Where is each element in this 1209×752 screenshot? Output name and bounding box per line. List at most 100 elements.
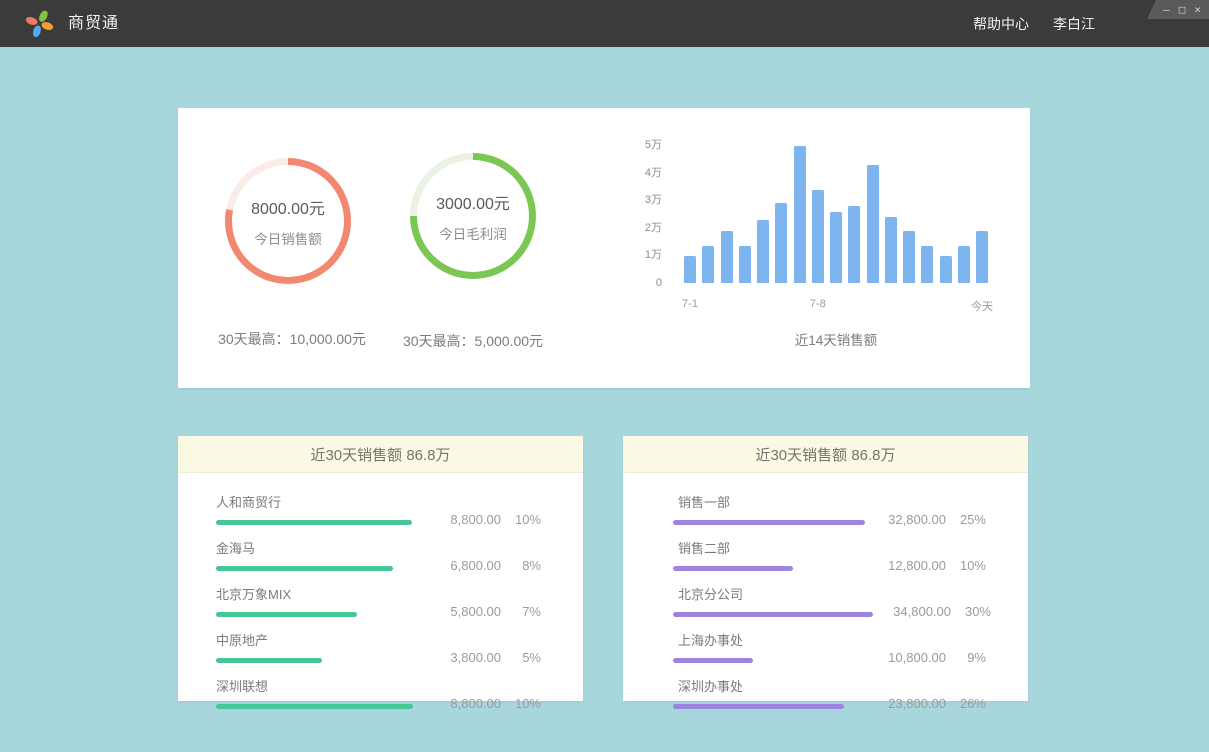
sales-day-bar <box>903 231 915 283</box>
y-tick-label: 0 <box>630 276 662 290</box>
maximize-icon[interactable]: □ <box>1179 4 1186 15</box>
rank-row-value: 32,800.00 <box>868 512 946 527</box>
minimize-icon[interactable]: — <box>1163 4 1170 15</box>
rank-row-percent: 8% <box>501 558 541 573</box>
rank-row-value: 10,800.00 <box>868 650 946 665</box>
rank-row-bar <box>216 612 357 617</box>
rank-row-percent: 5% <box>501 650 541 665</box>
sales-day-bar <box>757 220 769 283</box>
rank-row-bar <box>673 566 793 571</box>
summary-card: 8000.00元 今日销售额 30天最高：10,000.00元 3000.00元… <box>178 108 1030 388</box>
rank-row-value: 12,800.00 <box>868 558 946 573</box>
x-tick-label: 今天 <box>971 298 993 314</box>
help-center-link[interactable]: 帮助中心 <box>973 14 1029 34</box>
sales-day-bar <box>867 165 879 283</box>
rank-row-label: 上海办事处 <box>673 630 868 649</box>
customer-rank-header: 近30天销售额 86.8万 <box>178 436 583 473</box>
rank-row-label: 人和商贸行 <box>216 492 423 511</box>
rank-row: 上海办事处10,800.009% <box>673 630 986 663</box>
sales-day-bar <box>794 146 806 284</box>
rank-row-percent: 10% <box>946 558 986 573</box>
rank-row-value: 3,800.00 <box>423 650 501 665</box>
customer-rank-card: 近30天销售额 86.8万 人和商贸行8,800.0010% 金海马6,800.0… <box>178 436 583 701</box>
customer-rank-list: 人和商贸行8,800.0010%金海马6,800.008%北京万象MIX5,80… <box>178 473 583 709</box>
sales-day-bar <box>702 246 714 283</box>
rank-row: 北京分公司34,800.0030% <box>673 584 986 617</box>
rank-row: 中原地产3,800.005% <box>216 630 541 663</box>
dept-rank-list: 销售一部32,800.0025% 销售二部12,800.0010% 北京分公司34,… <box>623 473 1028 709</box>
sales-chart-title: 近14天销售额 <box>795 329 878 349</box>
sales-day-bar <box>940 256 952 284</box>
rank-row-bar <box>673 520 865 525</box>
rank-row-label: 北京万象MIX <box>216 584 423 603</box>
rank-row: 销售二部12,800.0010% <box>673 538 986 571</box>
profit-30d-max: 30天最高：5,000.00元 <box>403 331 543 351</box>
rank-row: 北京万象MIX5,800.007% <box>216 584 541 617</box>
rank-row-value: 8,800.00 <box>423 696 501 711</box>
sales-chart-y-axis: 5万 4万 3万 2万 1万 0 <box>630 138 662 290</box>
rank-row-percent: 7% <box>501 604 541 619</box>
sales-day-bar <box>885 217 897 283</box>
sales-day-bar <box>775 203 787 283</box>
rank-row-label: 中原地产 <box>216 630 423 649</box>
rank-row-percent: 10% <box>501 512 541 527</box>
sales-day-bar <box>848 206 860 283</box>
app-title: 商贸通 <box>68 0 119 47</box>
y-tick-label: 5万 <box>630 138 662 152</box>
sales-30d-max: 30天最高：10,000.00元 <box>218 329 366 349</box>
rank-row-percent: 9% <box>946 650 986 665</box>
dept-rank-card: 近30天销售额 86.8万 销售一部32,800.0025% 销售二部12,800… <box>623 436 1028 701</box>
sales-day-bar <box>721 231 733 283</box>
rank-row-bar <box>216 704 413 709</box>
x-tick-label: 7-1 <box>682 298 698 310</box>
rank-row-percent: 30% <box>951 604 991 619</box>
rank-row-percent: 25% <box>946 512 986 527</box>
username-link[interactable]: 李白江 <box>1053 14 1095 34</box>
y-tick-label: 3万 <box>630 193 662 207</box>
today-sales-label: 今日销售额 <box>254 228 322 248</box>
rank-row-value: 8,800.00 <box>423 512 501 527</box>
rank-row-label: 销售一部 <box>673 492 868 511</box>
rank-row: 深圳办事处23,800.0026% <box>673 676 986 709</box>
rank-row-bar <box>216 520 412 525</box>
today-profit-value: 3000.00元 <box>436 190 510 214</box>
rank-row: 人和商贸行8,800.0010% <box>216 492 541 525</box>
today-profit-donut: 3000.00元 今日毛利润 <box>410 153 536 279</box>
window-controls: — □ × <box>1147 0 1209 19</box>
close-icon[interactable]: × <box>1194 4 1201 15</box>
sales-day-bar <box>958 246 970 283</box>
titlebar: 商贸通 帮助中心 李白江 — □ × <box>0 0 1209 47</box>
rank-row-label: 深圳办事处 <box>673 676 868 695</box>
y-tick-label: 1万 <box>630 248 662 262</box>
rank-row-bar <box>216 658 322 663</box>
rank-row: 销售一部32,800.0025% <box>673 492 986 525</box>
x-tick-label: 7-8 <box>810 298 826 310</box>
sales-14d-bar-chart <box>684 145 989 283</box>
today-sales-value: 8000.00元 <box>251 195 325 219</box>
rank-row-bar <box>673 658 753 663</box>
rank-row-label: 销售二部 <box>673 538 868 557</box>
sales-day-bar <box>976 231 988 283</box>
dept-rank-header: 近30天销售额 86.8万 <box>623 436 1028 473</box>
sales-day-bar <box>921 246 933 283</box>
sales-day-bar <box>812 190 824 284</box>
rank-row-percent: 10% <box>501 696 541 711</box>
sales-day-bar <box>684 256 696 284</box>
sales-day-bar <box>830 212 842 284</box>
rank-row-value: 5,800.00 <box>423 604 501 619</box>
rank-row-bar <box>673 704 844 709</box>
rank-row-label: 金海马 <box>216 538 423 557</box>
rank-row-bar <box>673 612 873 617</box>
sales-chart-x-axis: 7-17-8今天 <box>684 298 989 312</box>
y-tick-label: 4万 <box>630 166 662 180</box>
today-profit-label: 今日毛利润 <box>439 223 507 243</box>
app-logo-pinwheel-icon <box>24 8 55 39</box>
today-sales-donut: 8000.00元 今日销售额 <box>225 158 351 284</box>
rank-row-value: 34,800.00 <box>873 604 951 619</box>
rank-row-value: 23,800.00 <box>868 696 946 711</box>
rank-row-bar <box>216 566 393 571</box>
rank-row-value: 6,800.00 <box>423 558 501 573</box>
y-tick-label: 2万 <box>630 221 662 235</box>
rank-row-label: 深圳联想 <box>216 676 423 695</box>
rank-row-label: 北京分公司 <box>673 584 873 603</box>
